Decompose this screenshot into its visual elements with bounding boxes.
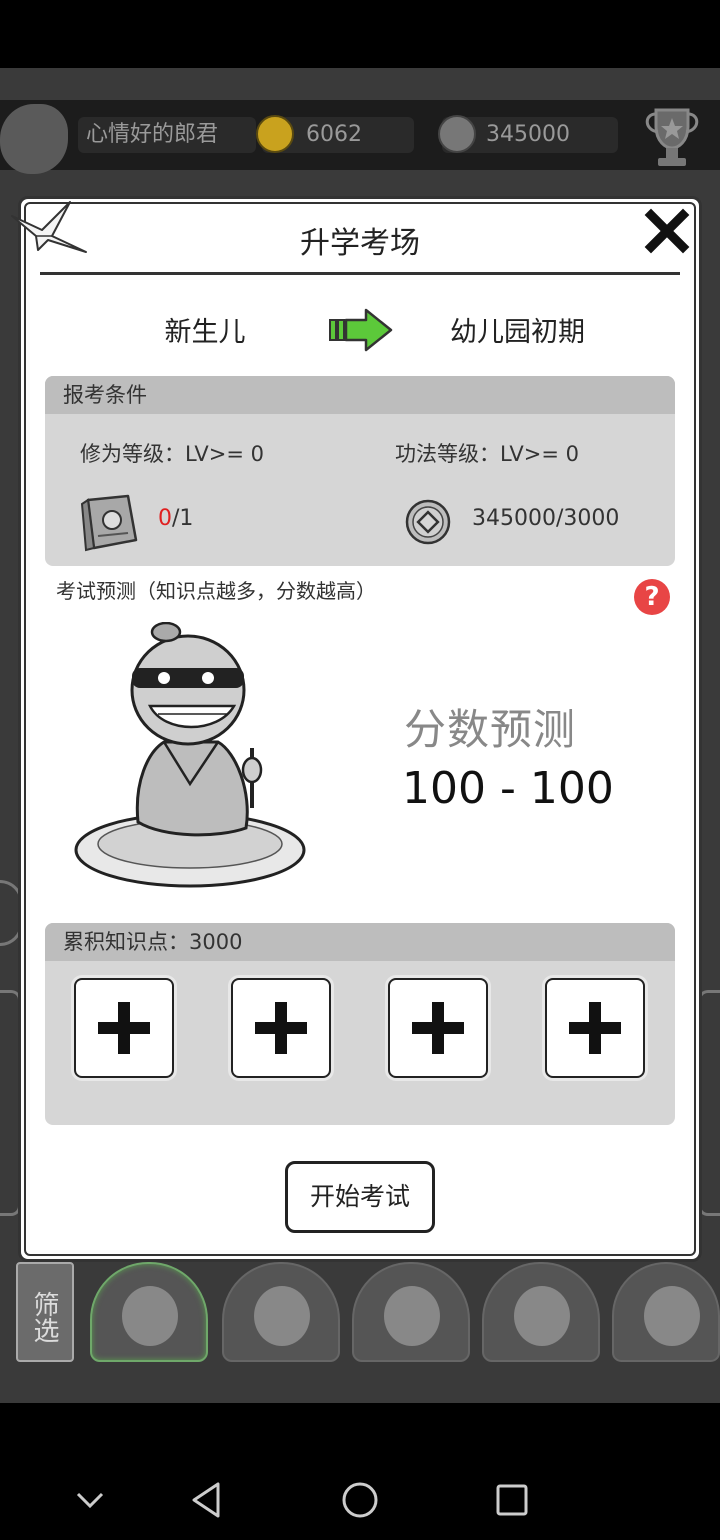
prediction-label: 考试预测（知识点越多，分数越高） xyxy=(56,579,376,603)
gold-coin-icon xyxy=(256,115,294,153)
player-avatar[interactable] xyxy=(0,104,68,174)
character-portrait xyxy=(644,1286,700,1346)
gold-counter: 6062 xyxy=(256,115,414,153)
cultivation-level-requirement: 修为等级：LV>= 0 xyxy=(80,442,264,466)
silver-coin-icon xyxy=(438,115,476,153)
next-stage: 幼儿园初期 xyxy=(450,317,585,348)
book-owned: 0 xyxy=(158,506,172,531)
skill-level-requirement: 功法等级：LV>= 0 xyxy=(395,442,579,466)
plus-icon xyxy=(412,1002,464,1054)
silver-amount: 345000 xyxy=(486,122,570,147)
current-stage: 新生儿 xyxy=(164,317,246,348)
plus-icon xyxy=(98,1002,150,1054)
character-slot[interactable] xyxy=(612,1262,720,1362)
requirements-heading: 报考条件 xyxy=(45,376,675,414)
book-required: /1 xyxy=(172,506,194,531)
knowledge-points-heading: 累积知识点：3000 xyxy=(45,923,675,961)
book-count: 0/1 xyxy=(158,506,193,531)
character-portrait xyxy=(122,1286,178,1346)
silver-coin-icon xyxy=(405,499,451,545)
dialog-title: 升学考场 xyxy=(300,226,420,261)
character-portrait xyxy=(254,1286,310,1346)
scholar-illustration xyxy=(74,622,306,888)
knowledge-slot-4[interactable] xyxy=(545,978,645,1078)
score-range: 100 - 100 xyxy=(402,763,614,814)
plus-icon xyxy=(569,1002,621,1054)
knowledge-slot-1[interactable] xyxy=(74,978,174,1078)
character-portrait xyxy=(514,1286,570,1346)
chevron-down-icon[interactable] xyxy=(74,1480,106,1520)
home-icon[interactable] xyxy=(340,1480,380,1520)
recents-icon[interactable] xyxy=(494,1480,530,1520)
gold-amount: 6062 xyxy=(306,122,362,147)
start-exam-button[interactable]: 开始考试 xyxy=(285,1161,435,1233)
player-name: 心情好的郎君 xyxy=(78,117,256,153)
character-portrait xyxy=(384,1286,440,1346)
help-button[interactable]: ? xyxy=(634,579,670,615)
book-icon[interactable] xyxy=(78,492,144,552)
score-prediction-title: 分数预测 xyxy=(404,705,577,754)
knowledge-slot-2[interactable] xyxy=(231,978,331,1078)
arrow-right-icon xyxy=(329,308,393,352)
coin-requirement: 345000/3000 xyxy=(472,506,620,531)
back-icon[interactable] xyxy=(190,1480,224,1520)
silver-counter: 345000 xyxy=(438,115,618,153)
trophy-icon[interactable] xyxy=(642,104,702,170)
title-divider xyxy=(40,272,680,275)
filter-button[interactable]: 筛选 xyxy=(16,1262,74,1362)
plus-icon xyxy=(255,1002,307,1054)
close-icon[interactable] xyxy=(644,208,690,254)
knowledge-slot-3[interactable] xyxy=(388,978,488,1078)
